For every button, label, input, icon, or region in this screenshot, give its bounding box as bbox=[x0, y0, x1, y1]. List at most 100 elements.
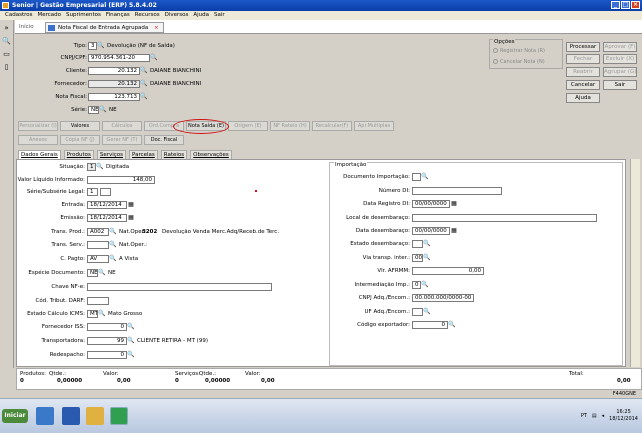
vlr-afrmm-field[interactable]: 0,00 bbox=[412, 267, 484, 275]
doc-fiscal-button[interactable]: Doc. Fiscal bbox=[144, 135, 184, 145]
cpagto-field[interactable]: AV bbox=[87, 255, 109, 263]
valores-button[interactable]: Valores bbox=[60, 121, 100, 131]
menu-ajuda[interactable]: Ajuda bbox=[193, 11, 209, 20]
agrupar-button[interactable]: Agrupar (G) bbox=[603, 67, 637, 77]
trans-prod-search-icon[interactable]: 🔍 bbox=[109, 228, 117, 236]
redespacho-search-icon[interactable]: 🔍 bbox=[127, 351, 135, 359]
serie-search-icon[interactable]: 🔍 bbox=[99, 106, 107, 114]
tab-servicos[interactable]: Serviços bbox=[96, 150, 127, 159]
data-desembaraco-field[interactable]: 00/00/0000 bbox=[412, 227, 450, 235]
subserie-field[interactable] bbox=[100, 188, 111, 196]
cnpj-search-icon[interactable]: 🔍 bbox=[150, 54, 158, 62]
uf-adq-search-icon[interactable]: 🔍 bbox=[423, 308, 431, 316]
menu-suprimentos[interactable]: Suprimentos bbox=[66, 11, 101, 20]
situacao-field[interactable]: 1 bbox=[87, 163, 96, 171]
menu-cadastros[interactable]: Cadastros bbox=[5, 11, 32, 20]
expand-icon[interactable]: » bbox=[2, 24, 11, 33]
powershell-app-icon[interactable] bbox=[62, 407, 80, 425]
nf-rateio-button[interactable]: NF Rateio (H) bbox=[270, 121, 310, 131]
aprovar-button[interactable]: Aprovar (F) bbox=[603, 42, 637, 52]
calculos-button[interactable]: Cálculos bbox=[102, 121, 142, 131]
tab-home[interactable]: Início bbox=[19, 24, 34, 30]
menu-mercado[interactable]: Mercado bbox=[37, 11, 61, 20]
bookmark-icon[interactable]: ▯ bbox=[2, 63, 11, 72]
search-tool-icon[interactable]: 🔍 bbox=[2, 37, 11, 46]
processar-button[interactable]: Processar bbox=[566, 42, 600, 52]
copia-nf-button[interactable]: Cópia NF (J) bbox=[60, 135, 100, 145]
senior-app-icon[interactable] bbox=[110, 407, 128, 425]
cnpj-adq-field[interactable]: 00.000.000/0000-00 bbox=[412, 294, 474, 302]
transportadora-field[interactable]: 99 bbox=[87, 337, 127, 345]
trans-serv-search-icon[interactable]: 🔍 bbox=[109, 241, 117, 249]
entrada-field[interactable]: 18/12/2014 bbox=[87, 201, 127, 209]
nota-fiscal-search-icon[interactable]: 🔍 bbox=[140, 93, 148, 101]
entrada-calendar-icon[interactable]: ▦ bbox=[127, 201, 135, 209]
menu-sair[interactable]: Sair bbox=[214, 11, 225, 20]
trans-serv-field[interactable] bbox=[87, 241, 109, 249]
fechar-button[interactable]: Fechar bbox=[566, 54, 600, 64]
menu-recursos[interactable]: Recursos bbox=[135, 11, 160, 20]
excluir-button[interactable]: Excluir (X) bbox=[603, 54, 637, 64]
tab-nota-fiscal[interactable]: Nota Fiscal de Entrada Agrupada × bbox=[45, 22, 164, 33]
especie-field[interactable]: NE bbox=[87, 269, 98, 277]
redespacho-field[interactable]: 0 bbox=[87, 351, 127, 359]
cod-tribut-field[interactable] bbox=[87, 297, 109, 305]
estado-icms-field[interactable]: MT bbox=[87, 310, 98, 318]
valor-liquido-field[interactable]: 148,00 bbox=[87, 176, 155, 184]
personalizar-button[interactable]: Personalizar (I) bbox=[18, 121, 58, 131]
cliente-search-icon[interactable]: 🔍 bbox=[140, 67, 148, 75]
volume-icon[interactable]: ◂ bbox=[602, 413, 605, 419]
close-button[interactable]: × bbox=[631, 1, 640, 9]
tab-rateios[interactable]: Rateios bbox=[160, 150, 188, 159]
explorer-app-icon[interactable] bbox=[36, 407, 54, 425]
apr-multiplas-button[interactable]: Apr.Multiplas bbox=[354, 121, 394, 131]
anexos-button[interactable]: Anexos bbox=[18, 135, 58, 145]
registrar-nota-radio[interactable]: Registrar Nota (R) bbox=[493, 47, 545, 55]
intermediacao-field[interactable]: 0 bbox=[412, 281, 421, 289]
data-desembaraco-calendar-icon[interactable]: ▦ bbox=[450, 227, 458, 235]
data-registro-calendar-icon[interactable]: ▦ bbox=[450, 200, 458, 208]
numero-di-field[interactable] bbox=[412, 187, 502, 195]
situacao-search-icon[interactable]: 🔍 bbox=[96, 163, 104, 171]
data-registro-di-field[interactable]: 00/00/0000 bbox=[412, 200, 450, 208]
menu-diversos[interactable]: Diversos bbox=[165, 11, 189, 20]
chave-nfe-field[interactable] bbox=[87, 283, 272, 291]
cod-exportador-field[interactable]: 0 bbox=[412, 321, 448, 329]
emissao-field[interactable]: 18/12/2014 bbox=[87, 214, 127, 222]
vertical-scrollbar[interactable] bbox=[630, 159, 640, 367]
transportadora-search-icon[interactable]: 🔍 bbox=[127, 337, 135, 345]
menu-financas[interactable]: Finanças bbox=[106, 11, 130, 20]
tipo-field[interactable]: 3 bbox=[88, 42, 97, 50]
network-icon[interactable]: ▤ bbox=[592, 413, 597, 419]
document-icon[interactable]: ▭ bbox=[2, 50, 11, 59]
ajuda-button[interactable]: Ajuda bbox=[566, 93, 600, 103]
cod-exportador-search-icon[interactable]: 🔍 bbox=[448, 321, 456, 329]
local-desembaraco-field[interactable] bbox=[412, 214, 597, 222]
folder-app-icon[interactable] bbox=[86, 407, 104, 425]
trans-prod-field[interactable]: A002 bbox=[87, 228, 109, 236]
tab-observacoes[interactable]: Observações bbox=[190, 150, 232, 159]
clock[interactable]: 16:25 18/12/2014 bbox=[609, 409, 638, 423]
fornecedor-iss-search-icon[interactable]: 🔍 bbox=[127, 323, 135, 331]
fornecedor-search-icon[interactable]: 🔍 bbox=[140, 80, 148, 88]
cpagto-search-icon[interactable]: 🔍 bbox=[109, 255, 117, 263]
uf-adq-field[interactable] bbox=[412, 308, 423, 316]
sair-button[interactable]: Sair bbox=[603, 80, 637, 90]
tab-produtos[interactable]: Produtos bbox=[63, 150, 94, 159]
cancelar-nota-radio[interactable]: Cancelar Nota (N) bbox=[493, 58, 545, 66]
minimize-button[interactable]: _ bbox=[611, 1, 620, 9]
intermediacao-search-icon[interactable]: 🔍 bbox=[421, 281, 429, 289]
tab-dados-gerais[interactable]: Dados Gerais bbox=[18, 150, 61, 159]
serie-field[interactable]: 1 bbox=[87, 188, 98, 196]
via-transp-field[interactable]: 00 bbox=[412, 254, 423, 262]
maximize-button[interactable]: □ bbox=[621, 1, 630, 9]
recalcular-button[interactable]: Recalcular(F) bbox=[312, 121, 352, 131]
emissao-calendar-icon[interactable]: ▦ bbox=[127, 214, 135, 222]
start-button[interactable]: Iniciar bbox=[2, 409, 28, 423]
close-tab-icon[interactable]: × bbox=[154, 25, 159, 31]
reabrir-button[interactable]: Reabrir bbox=[566, 67, 600, 77]
estado-desembaraco-search-icon[interactable]: 🔍 bbox=[423, 240, 431, 248]
tipo-search-icon[interactable]: 🔍 bbox=[97, 42, 105, 50]
fornecedor-field[interactable]: 20.132 bbox=[88, 80, 140, 88]
language-indicator[interactable]: PT bbox=[581, 413, 587, 419]
